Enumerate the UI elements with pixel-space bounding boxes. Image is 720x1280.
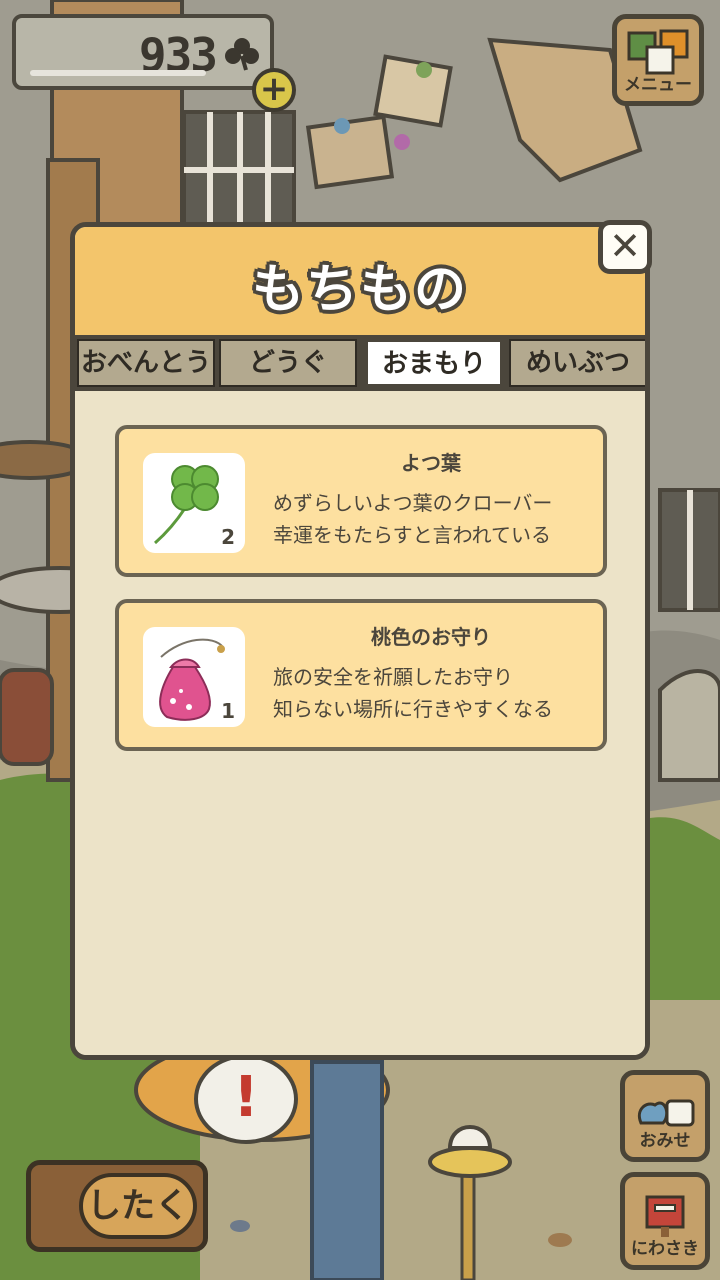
item-thumbnail: 2 [143, 453, 245, 553]
prepare-label: したく [79, 1173, 197, 1239]
mailbox-icon [645, 1195, 685, 1237]
item-thumbnail: 1 [143, 627, 245, 727]
modal-title: もちもの [251, 260, 468, 320]
item-card-clover[interactable]: 2 よつ葉 めずらしいよつ葉のクローバー 幸運をもたらすと言われている [115, 425, 607, 577]
item-description-line: 知らない場所に行きやすくなる [273, 697, 553, 721]
tab-tools[interactable]: どうぐ [219, 339, 357, 387]
shop-label: おみせ [639, 1131, 691, 1151]
garden-label: にわさき [631, 1239, 699, 1259]
item-name: よつ葉 [401, 451, 461, 475]
item-count: 2 [221, 525, 235, 549]
clover-icon [225, 38, 259, 71]
garden-button[interactable]: にわさき [620, 1172, 710, 1270]
tab-charms[interactable]: おまもり [365, 339, 503, 387]
item-description: めずらしいよつ葉のクローバー 幸運をもたらすと言われている [273, 487, 552, 551]
item-list: 2 よつ葉 めずらしいよつ葉のクローバー 幸運をもたらすと言われている 1 桃色… [75, 391, 645, 1055]
item-description: 旅の安全を祈願したお守り 知らない場所に行きやすくなる [273, 661, 553, 725]
item-description-line: 旅の安全を祈願したお守り [273, 665, 513, 689]
counter-underline [30, 70, 206, 76]
modal-header: もちもの [75, 227, 645, 335]
inventory-modal: もちもの おべんとう どうぐ おまもり めいぶつ 2 よつ葉 めずらしいよつ葉の… [70, 222, 650, 1060]
menu-label: メニュー [624, 75, 692, 95]
item-name: 桃色のお守り [371, 625, 491, 649]
shop-button[interactable]: おみせ [620, 1070, 710, 1162]
item-description-line: 幸運をもたらすと言われている [273, 523, 551, 547]
close-button[interactable]: ✕ [598, 220, 652, 274]
tab-specialties[interactable]: めいぶつ [509, 339, 645, 387]
tab-bento[interactable]: おべんとう [77, 339, 215, 387]
item-card-charm[interactable]: 1 桃色のお守り 旅の安全を祈願したお守り 知らない場所に行きやすくなる [115, 599, 607, 751]
tab-bar: おべんとう どうぐ おまもり めいぶつ [75, 335, 645, 391]
add-clover-button[interactable]: + [252, 68, 296, 112]
alert-bubble[interactable]: ! [194, 1054, 298, 1144]
item-count: 1 [221, 699, 235, 723]
item-description-line: めずらしいよつ葉のクローバー [273, 491, 553, 515]
menu-button[interactable]: メニュー [612, 14, 704, 106]
prepare-button[interactable]: したく [26, 1160, 208, 1252]
clover-counter: 933 [12, 14, 274, 90]
